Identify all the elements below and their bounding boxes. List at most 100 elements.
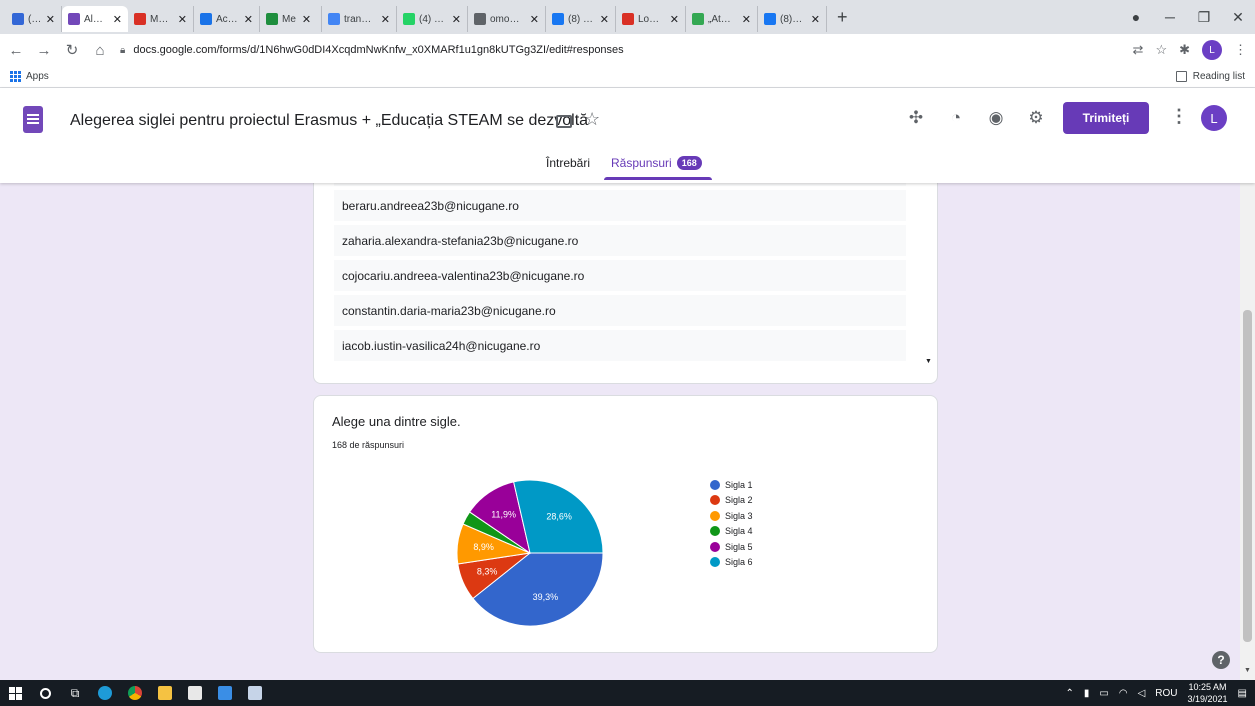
browser-tab-label: Mesaje (150, 13, 172, 25)
language-indicator[interactable]: ROU (1155, 688, 1177, 699)
help-icon[interactable]: ? (1212, 651, 1230, 669)
home-icon[interactable]: ⌂ (92, 42, 108, 59)
back-icon[interactable]: ← (8, 42, 24, 59)
chrome-icon[interactable] (120, 680, 150, 706)
battery-icon[interactable]: ▭ (1099, 688, 1108, 699)
browser-tab-strip: (1,582 u✕Alegere✕Mesaje✕Activita✕Me✕tran… (0, 0, 1255, 34)
calendar-icon (200, 13, 212, 25)
browser-tab[interactable]: Mesaje ✕ (128, 6, 194, 32)
tab-questions[interactable]: Întrebări (546, 156, 590, 170)
address-bar: ← → ↻ ⌂ 🔒︎ docs.google.com/forms/d/1N6hw… (0, 34, 1255, 66)
form-title[interactable]: Alegerea siglei pentru proiectul Erasmus… (70, 112, 588, 130)
volume-icon[interactable]: ◁ (1138, 688, 1146, 699)
close-tab-icon[interactable]: ✕ (452, 13, 461, 26)
folder-icon[interactable] (556, 115, 572, 128)
minimize-icon[interactable]: ─ (1153, 9, 1187, 25)
file-explorer-icon[interactable] (150, 680, 180, 706)
email-list-scrollbar[interactable]: ▼ (921, 183, 937, 367)
browser-tab-label: Me (282, 13, 296, 25)
store-icon[interactable] (180, 680, 210, 706)
legend-swatch (710, 510, 720, 521)
browser-tab[interactable]: omoger ✕ (468, 6, 546, 32)
page-scroll-thumb[interactable] (1243, 310, 1252, 642)
wifi-icon[interactable]: ◠ (1119, 688, 1128, 699)
email-row: zaharia.alexandra-stefania23b@nicugane.r… (334, 225, 906, 256)
clock[interactable]: 10:25 AM 3/19/2021 (1188, 681, 1228, 705)
browser-tab[interactable]: Alegere ✕ (62, 6, 128, 32)
reading-list-button[interactable]: Reading list (1175, 71, 1245, 82)
browser-tab[interactable]: (8) Elev ✕ (758, 6, 827, 32)
browser-tab[interactable]: translat ✕ (322, 6, 397, 32)
edge-icon[interactable] (90, 680, 120, 706)
translate-icon[interactable]: ⇄ (1133, 42, 1144, 58)
word-icon[interactable] (240, 680, 270, 706)
clock-date: 3/19/2021 (1187, 694, 1228, 704)
search-circle-icon[interactable] (30, 680, 60, 706)
reload-icon[interactable]: ↻ (64, 41, 80, 59)
forward-icon[interactable]: → (36, 42, 52, 59)
more-options-icon[interactable]: ⋮ (1170, 106, 1188, 127)
close-tab-icon[interactable]: ✕ (381, 13, 390, 26)
tray-chevron-icon[interactable]: ⌃ (1065, 688, 1073, 699)
extensions-icon[interactable]: ✱ (1179, 42, 1190, 58)
close-tab-icon[interactable]: ✕ (178, 13, 187, 26)
email-list[interactable]: ilisescu.adrian-corneliu23b@nicugane.rob… (334, 171, 906, 376)
new-tab-button[interactable]: + (827, 7, 858, 28)
task-view-icon[interactable]: ⧉ (60, 680, 90, 706)
profile-dot-icon[interactable]: ● (1119, 9, 1153, 25)
microphone-icon[interactable]: ▮ (1084, 688, 1090, 699)
apps-grid-icon[interactable] (10, 71, 21, 82)
browser-tab[interactable]: (8) Silvi ✕ (546, 6, 616, 32)
settings-gear-icon[interactable]: ⚙ (1026, 108, 1046, 128)
scroll-down-arrow-icon[interactable]: ▼ (925, 358, 932, 365)
facebook-icon (552, 13, 564, 25)
profile-avatar[interactable]: L (1202, 40, 1222, 60)
forms-header: Alegerea siglei pentru proiectul Erasmus… (0, 88, 1255, 183)
reading-list-label: Reading list (1192, 71, 1245, 82)
pie-slice-label: 8,9% (473, 542, 494, 552)
send-button[interactable]: Trimiteți (1063, 102, 1149, 134)
scroll-down-arrow-icon[interactable]: ▼ (1244, 667, 1251, 674)
photos-icon[interactable] (210, 680, 240, 706)
legend-swatch (710, 526, 720, 537)
lock-icon: 🔒︎ (120, 44, 126, 56)
forms-logo-icon[interactable] (23, 106, 43, 133)
browser-menu-icon[interactable]: ⋮ (1234, 42, 1247, 58)
browser-tab[interactable]: Activita ✕ (194, 6, 260, 32)
avatar[interactable]: L (1201, 105, 1227, 131)
browser-tab[interactable]: (1,582 u ✕ (6, 6, 62, 32)
tab-responses[interactable]: Răspunsuri 168 (611, 156, 702, 170)
close-tab-icon[interactable]: ✕ (811, 13, 820, 26)
browser-tab[interactable]: Local: J ✕ (616, 6, 686, 32)
browser-tab-label: (8) Silvi (568, 13, 594, 25)
close-tab-icon[interactable]: ✕ (742, 13, 751, 26)
close-tab-icon[interactable]: ✕ (530, 13, 539, 26)
windows-start-icon[interactable] (0, 680, 30, 706)
browser-tab[interactable]: Me ✕ (260, 6, 322, 32)
url-text[interactable]: docs.google.com/forms/d/1N6hwG0dDI4Xcqdm… (133, 44, 623, 56)
palette-icon[interactable]: ◔ (946, 108, 966, 128)
mega-icon (622, 13, 634, 25)
close-tab-icon[interactable]: ✕ (113, 13, 122, 26)
notifications-icon[interactable]: ▤ (1238, 688, 1247, 699)
url-field[interactable]: 🔒︎ docs.google.com/forms/d/1N6hwG0dDI4Xc… (120, 44, 1121, 56)
bookmark-star-icon[interactable]: ☆ (1155, 42, 1167, 58)
close-tab-icon[interactable]: ✕ (600, 13, 609, 26)
chart-legend: Sigla 1 Sigla 2 Sigla 3 Sigla 4 Sigla 5 Sigla… (710, 477, 753, 570)
apps-bookmark[interactable]: Apps (26, 71, 49, 82)
browser-tab-label: Local: J (638, 13, 664, 25)
star-icon[interactable]: ☆ (584, 109, 600, 130)
browser-tab[interactable]: „Atelier ✕ (686, 6, 758, 32)
close-window-icon[interactable]: ✕ (1221, 9, 1255, 26)
maximize-icon[interactable]: ❐ (1187, 9, 1221, 26)
legend-swatch (710, 557, 720, 568)
browser-tab[interactable]: (4) Wha ✕ (397, 6, 468, 32)
pie-slice-label: 8,3% (477, 567, 498, 577)
close-tab-icon[interactable]: ✕ (302, 13, 311, 26)
preview-eye-icon[interactable]: ◉ (986, 108, 1006, 128)
close-tab-icon[interactable]: ✕ (46, 13, 55, 26)
close-tab-icon[interactable]: ✕ (244, 13, 253, 26)
addons-icon[interactable]: ✣ (906, 108, 926, 128)
bookmarks-bar: Apps Reading list (0, 66, 1255, 88)
close-tab-icon[interactable]: ✕ (670, 13, 679, 26)
